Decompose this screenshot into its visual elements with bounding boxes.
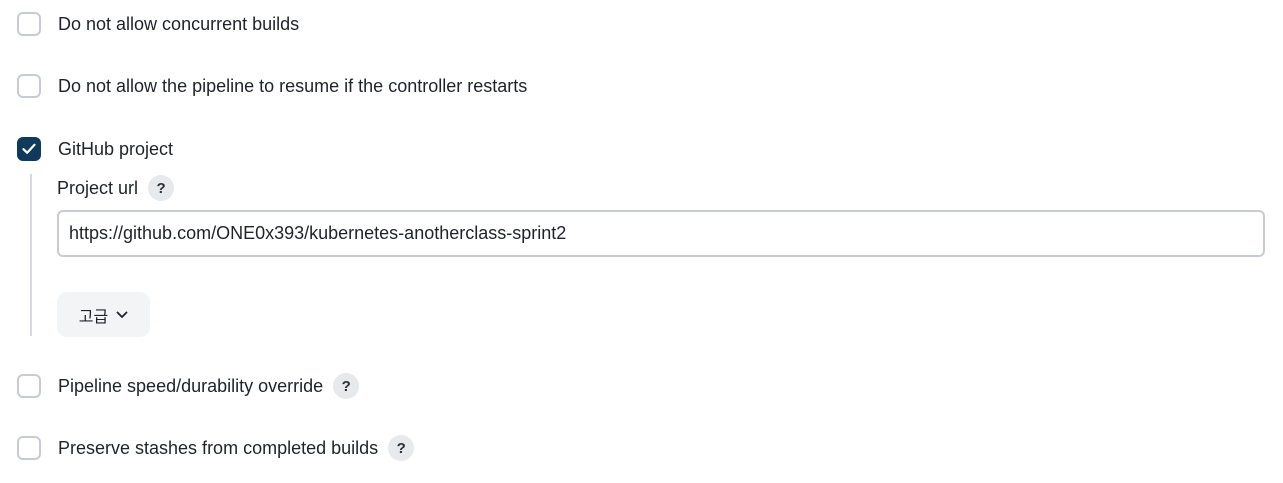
preserve-stashes-checkbox[interactable] <box>17 436 41 460</box>
pipeline-speed-checkbox[interactable] <box>17 374 41 398</box>
resume-pipeline-label: Do not allow the pipeline to resume if t… <box>58 76 528 96</box>
project-url-help-icon[interactable]: ? <box>148 175 175 201</box>
checkmark-icon <box>22 143 36 154</box>
advanced-button[interactable]: 고급 <box>57 292 150 337</box>
nested-section-bar <box>30 174 32 336</box>
concurrent-builds-label: Do not allow concurrent builds <box>58 14 300 34</box>
option-resume-pipeline[interactable]: Do not allow the pipeline to resume if t… <box>17 72 527 100</box>
concurrent-builds-checkbox[interactable] <box>17 12 41 36</box>
project-url-label: Project url <box>57 178 139 198</box>
option-preserve-stashes[interactable]: Preserve stashes from completed builds ? <box>17 434 415 462</box>
chevron-down-icon <box>116 311 128 318</box>
option-pipeline-speed[interactable]: Pipeline speed/durability override ? <box>17 372 360 400</box>
github-project-label: GitHub project <box>58 139 174 159</box>
github-project-checkbox[interactable] <box>17 137 41 161</box>
project-url-field-label: Project url ? <box>57 174 175 202</box>
pipeline-speed-help-icon[interactable]: ? <box>333 373 360 399</box>
preserve-stashes-label: Preserve stashes from completed builds <box>58 438 379 458</box>
resume-pipeline-checkbox[interactable] <box>17 74 41 98</box>
option-concurrent-builds[interactable]: Do not allow concurrent builds <box>17 10 299 38</box>
option-github-project[interactable]: GitHub project <box>17 135 173 163</box>
preserve-stashes-help-icon[interactable]: ? <box>388 435 415 461</box>
pipeline-speed-label: Pipeline speed/durability override <box>58 376 324 396</box>
project-url-input[interactable] <box>57 210 1265 257</box>
advanced-button-label: 고급 <box>78 306 109 326</box>
